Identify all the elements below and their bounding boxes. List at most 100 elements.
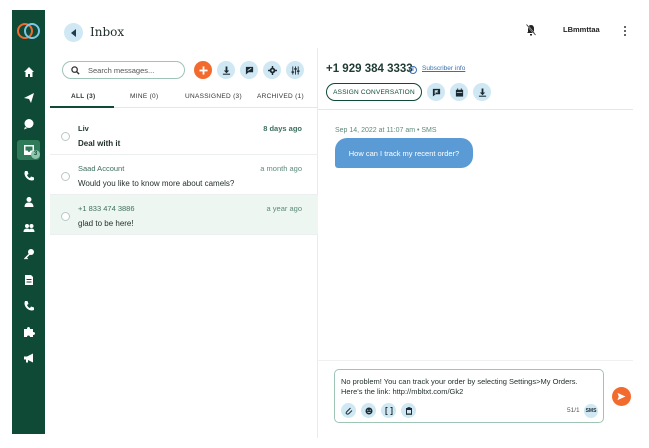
tab-archived[interactable]: ARCHIVED (1) — [257, 93, 304, 100]
emoji-button[interactable] — [361, 403, 376, 418]
select-checkbox[interactable] — [61, 212, 70, 221]
filter-button[interactable] — [286, 61, 304, 79]
home-icon — [23, 67, 34, 77]
sidebar-item-send[interactable] — [17, 88, 40, 108]
sidebar: 3 — [12, 10, 45, 434]
export-button[interactable] — [473, 83, 491, 101]
mute-notifications-button[interactable] — [525, 23, 537, 36]
phone-icon — [24, 171, 34, 181]
key-icon — [23, 249, 34, 260]
tab-archived-label: ARCHIVED — [257, 93, 293, 100]
tab-unassigned-count: (3) — [233, 93, 242, 100]
tab-unassigned[interactable]: UNASSIGNED (3) — [185, 93, 242, 100]
select-checkbox[interactable] — [61, 172, 70, 181]
kebab-icon — [624, 26, 626, 28]
conversation-item[interactable]: Liv 8 days ago Deal with it — [50, 115, 318, 155]
active-tab-indicator — [50, 106, 114, 108]
flag-button[interactable] — [427, 83, 445, 101]
message-meta: Sep 14, 2022 at 11:07 am • SMS — [335, 127, 437, 134]
new-message-button[interactable] — [194, 61, 212, 79]
sidebar-item-inbox[interactable]: 3 — [17, 140, 40, 160]
download-icon — [222, 65, 230, 75]
conversation-tabs: ALL (3) MINE (0) UNASSIGNED (3) ARCHIVED… — [50, 93, 318, 107]
download-button[interactable] — [217, 61, 235, 79]
tab-mine-label: MINE — [130, 93, 148, 100]
user-name[interactable]: LBmmttaa — [563, 25, 600, 34]
sidebar-item-contacts[interactable] — [17, 192, 40, 212]
call-log-icon — [24, 301, 34, 311]
sidebar-item-team[interactable] — [17, 218, 40, 238]
conversation-item-selected[interactable]: +1 833 474 3886 a year ago glad to be he… — [50, 195, 318, 235]
megaphone-icon — [23, 353, 33, 363]
message-flag-icon — [432, 88, 440, 97]
tab-all-count: (3) — [86, 93, 96, 100]
sidebar-item-call-log[interactable] — [17, 296, 40, 316]
chat-icon — [23, 119, 33, 130]
message-snippet: glad to be here! — [78, 219, 134, 228]
gear-icon — [267, 65, 277, 75]
select-checkbox[interactable] — [61, 132, 70, 141]
tab-archived-count: (1) — [295, 93, 304, 100]
contact-phone: +1 929 384 3333 — [326, 63, 413, 75]
calendar-icon — [455, 87, 463, 97]
contact-name: Liv — [78, 124, 89, 133]
send-icon — [617, 392, 626, 401]
contact-name: +1 833 474 3886 — [78, 204, 135, 213]
send-icon — [23, 93, 34, 103]
tab-all[interactable]: ALL (3) — [71, 93, 96, 100]
subscriber-info-link[interactable]: Subscriber info — [422, 65, 465, 72]
tab-unassigned-label: UNASSIGNED — [185, 93, 231, 100]
attach-button[interactable] — [341, 403, 356, 418]
composer-textarea[interactable]: No problem! You can track your order by … — [341, 377, 601, 397]
schedule-button[interactable] — [450, 83, 468, 101]
sidebar-item-phone[interactable] — [17, 166, 40, 186]
document-icon — [24, 275, 33, 285]
search-box[interactable] — [62, 61, 185, 79]
tab-all-label: ALL — [71, 93, 85, 100]
tab-mine-count: (0) — [149, 93, 159, 100]
message-time: a month ago — [260, 164, 302, 173]
compose-button[interactable] — [240, 61, 258, 79]
channel-badge[interactable]: SMS — [584, 404, 598, 418]
sliders-icon — [290, 65, 300, 75]
tab-mine[interactable]: MINE (0) — [130, 93, 158, 100]
more-menu-button[interactable] — [624, 26, 628, 38]
page-title: Inbox — [90, 25, 125, 39]
sidebar-item-chat[interactable] — [17, 114, 40, 134]
message-time: 8 days ago — [263, 124, 302, 133]
sidebar-item-documents[interactable] — [17, 270, 40, 290]
assign-conversation-button[interactable]: ASSIGN CONVERSATION — [326, 83, 422, 101]
sidebar-item-campaigns[interactable] — [17, 348, 40, 368]
info-icon[interactable]: i — [409, 66, 417, 74]
message-time: a year ago — [266, 204, 302, 213]
message-snippet: Would you like to know more about camels… — [78, 179, 235, 188]
puzzle-icon — [23, 327, 35, 337]
search-input[interactable] — [88, 64, 180, 77]
conversation-list-panel: ALL (3) MINE (0) UNASSIGNED (3) ARCHIVED… — [50, 48, 318, 438]
plus-icon — [198, 65, 208, 75]
inbox-count-badge: 3 — [31, 150, 40, 159]
paperclip-icon — [345, 407, 352, 415]
contact-name: Saad Account — [78, 164, 125, 173]
merge-field-button[interactable] — [381, 403, 396, 418]
character-count: 51/1 — [567, 407, 580, 414]
sidebar-item-keys[interactable] — [17, 244, 40, 264]
contact-icon — [24, 197, 33, 207]
conversation-item[interactable]: Saad Account a month ago Would you like … — [50, 155, 318, 195]
composer-divider — [318, 360, 633, 361]
back-button[interactable] — [64, 23, 83, 42]
message-composer[interactable]: No problem! You can track your order by … — [334, 369, 604, 423]
incoming-message-bubble: How can I track my recent order? — [335, 138, 473, 168]
send-button[interactable] — [612, 387, 631, 406]
download-icon — [478, 87, 486, 97]
clipboard-icon — [405, 406, 412, 415]
sidebar-item-home[interactable] — [17, 62, 40, 82]
app-logo[interactable] — [16, 22, 41, 40]
chevron-left-icon — [70, 28, 76, 37]
template-button[interactable] — [401, 403, 416, 418]
sidebar-item-integrations[interactable] — [17, 322, 40, 342]
settings-button[interactable] — [263, 61, 281, 79]
search-icon — [71, 66, 80, 75]
message-snippet: Deal with it — [78, 139, 121, 148]
compose-icon — [245, 66, 253, 75]
